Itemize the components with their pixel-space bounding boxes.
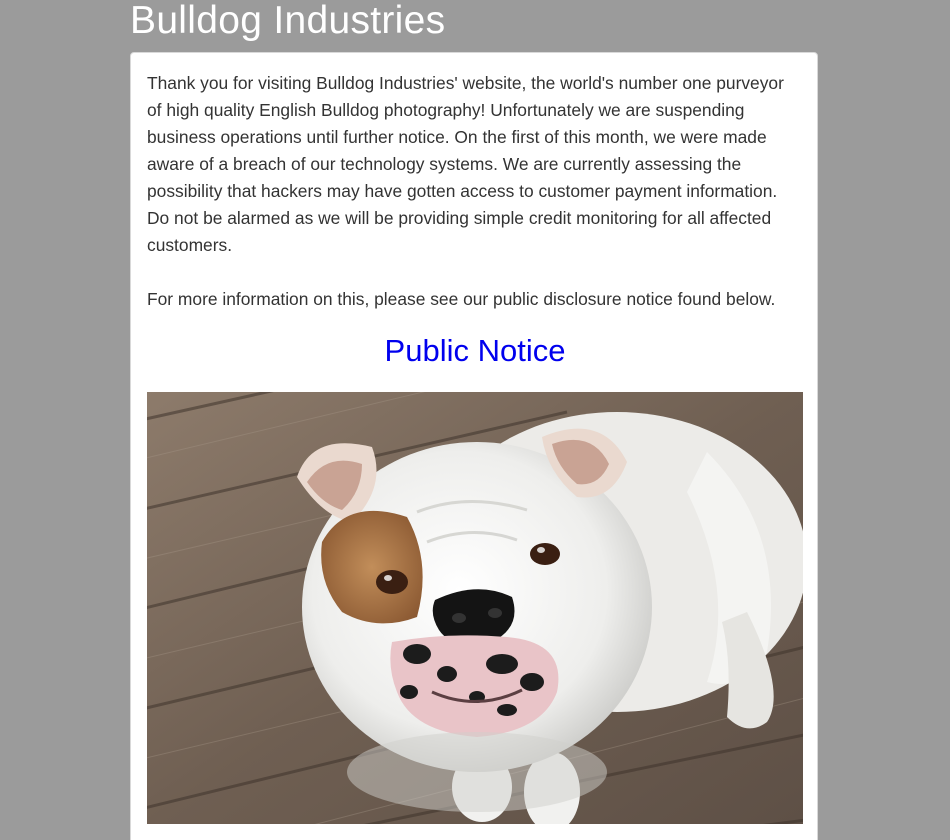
bulldog-photo [147, 392, 803, 824]
public-notice-link[interactable]: Public Notice [131, 331, 819, 371]
intro-paragraph: Thank you for visiting Bulldog Industrie… [147, 73, 784, 255]
more-info-paragraph: For more information on this, please see… [147, 289, 776, 309]
page: Bulldog Industries Thank you for visitin… [0, 0, 950, 840]
bulldog-illustration [147, 392, 803, 824]
notice-card: Thank you for visiting Bulldog Industrie… [130, 52, 818, 840]
site-title: Bulldog Industries [130, 0, 446, 42]
